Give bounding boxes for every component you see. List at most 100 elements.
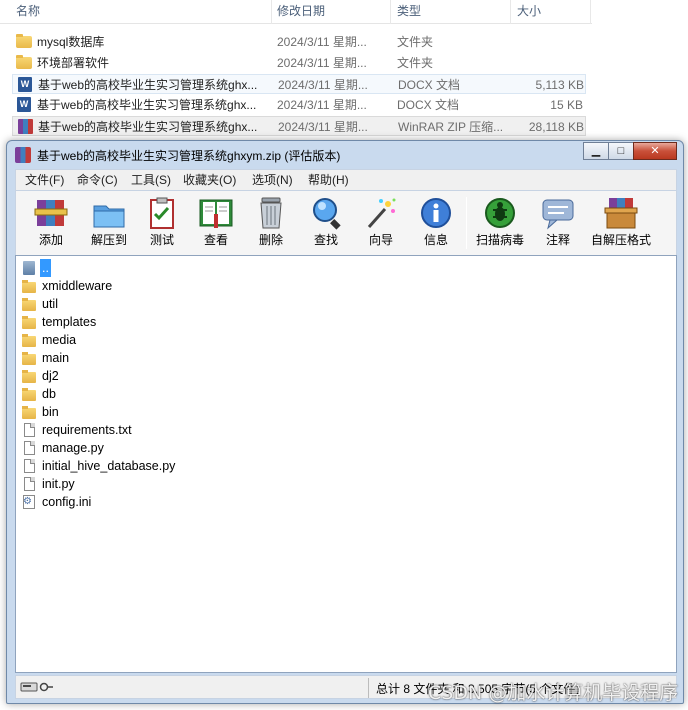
test-button[interactable]: 测试: [133, 194, 191, 252]
delete-label: 删除: [258, 233, 283, 247]
list-item[interactable]: requirements.txt: [18, 421, 658, 439]
list-item[interactable]: templates: [18, 313, 658, 331]
explorer-row[interactable]: 环境部署软件 2024/3/11 星期... 文件夹: [12, 53, 586, 73]
file-size: 15 KB: [550, 98, 583, 112]
explorer-row-selected[interactable]: 基于web的高校毕业生实习管理系统ghx... 2024/3/11 星期... …: [12, 116, 586, 136]
explorer-row[interactable]: mysql数据库 2024/3/11 星期... 文件夹: [12, 32, 586, 52]
file-size: 5,113 KB: [535, 78, 584, 92]
menu-file[interactable]: 文件(F): [20, 172, 69, 189]
wizard-wand-icon: [367, 198, 396, 228]
file-modified: 2024/3/11 星期...: [278, 78, 368, 92]
caption-buttons: ▁ □ ✕: [583, 142, 677, 160]
info-label: 信息: [423, 233, 448, 247]
list-item[interactable]: bin: [18, 403, 658, 421]
file-name: initial_hive_database.py: [42, 459, 176, 473]
file-size: [517, 53, 583, 73]
file-size: 28,118 KB: [528, 120, 584, 134]
test-label: 测试: [149, 233, 174, 247]
list-item[interactable]: db: [18, 385, 658, 403]
file-type: DOCX 文档: [398, 78, 461, 92]
file-name: mysql数据库: [37, 35, 105, 49]
explorer-row[interactable]: W 基于web的高校毕业生实习管理系统ghx... 2024/3/11 星期..…: [12, 95, 586, 115]
sfx-label: 自解压格式: [590, 233, 651, 247]
file-name: requirements.txt: [42, 423, 132, 437]
winrar-window: 基于web的高校毕业生实习管理系统ghxym.zip (评估版本) ▁ □ ✕ …: [6, 140, 684, 704]
file-name: ..: [40, 259, 51, 277]
title-bar[interactable]: 基于web的高校毕业生实习管理系统ghxym.zip (评估版本) ▁ □ ✕: [7, 141, 683, 169]
comment-button[interactable]: 注释: [529, 194, 587, 252]
view-label: 查看: [203, 233, 228, 247]
explorer-row[interactable]: W 基于web的高校毕业生实习管理系统ghx... 2024/3/11 星期..…: [12, 74, 586, 94]
list-item[interactable]: dj2: [18, 367, 658, 385]
delete-button[interactable]: 删除: [242, 194, 300, 252]
file-name: db: [42, 387, 56, 401]
menu-options[interactable]: 选项(N): [247, 172, 298, 189]
menu-help[interactable]: 帮助(H): [303, 172, 354, 189]
info-button[interactable]: 信息: [407, 194, 465, 252]
file-modified: 2024/3/11 星期...: [277, 98, 367, 112]
file-type: 文件夹: [397, 56, 434, 70]
explorer-file-list: 名称 修改日期 类型 大小 mysql数据库 2024/3/11 星期... 文…: [0, 0, 688, 140]
csdn-watermark: CSDN @加水计算机毕设程序: [428, 682, 679, 704]
find-button[interactable]: 查找: [297, 194, 355, 252]
add-button[interactable]: 添加: [22, 194, 80, 252]
file-modified: 2024/3/11 星期...: [277, 56, 367, 70]
add-label: 添加: [38, 233, 63, 247]
file-name: util: [42, 297, 58, 311]
list-item[interactable]: init.py: [18, 475, 658, 493]
list-item[interactable]: main: [18, 349, 658, 367]
trash-icon: [260, 197, 282, 229]
wizard-label: 向导: [368, 233, 393, 247]
list-item[interactable]: xmiddleware: [18, 277, 658, 295]
file-name: main: [42, 351, 70, 365]
list-item-parent[interactable]: ..: [18, 259, 658, 277]
sfx-button[interactable]: 自解压格式: [586, 194, 656, 252]
file-type: WinRAR ZIP 压缩...: [398, 120, 504, 134]
view-button[interactable]: 查看: [187, 194, 245, 252]
word-document-icon: W: [17, 97, 31, 112]
window-title: 基于web的高校毕业生实习管理系统ghxym.zip (评估版本): [37, 149, 341, 163]
list-item[interactable]: media: [18, 331, 658, 349]
list-item[interactable]: manage.py: [18, 439, 658, 457]
minimize-button[interactable]: ▁: [583, 142, 609, 160]
virus-scan-label: 扫描病毒: [475, 233, 524, 247]
column-name[interactable]: 名称: [10, 0, 272, 24]
list-item[interactable]: config.ini: [18, 493, 658, 511]
drive-key-icon[interactable]: [20, 681, 54, 693]
folder-icon: [22, 334, 36, 347]
folder-icon: [22, 298, 36, 311]
menu-tools[interactable]: 工具(S): [126, 172, 176, 189]
extract-to-button[interactable]: 解压到: [80, 194, 138, 252]
extract-to-label: 解压到: [90, 233, 127, 247]
file-type: 文件夹: [397, 35, 434, 49]
column-type[interactable]: 类型: [391, 0, 511, 24]
file-name: dj2: [42, 369, 59, 383]
folder-icon: [22, 316, 36, 329]
maximize-button[interactable]: □: [608, 142, 634, 160]
status-separator: [368, 678, 369, 698]
archive-file-list[interactable]: .. xmiddleware util templates media main…: [15, 255, 677, 673]
file-name: 基于web的高校毕业生实习管理系统ghx...: [38, 120, 258, 134]
column-size[interactable]: 大小: [511, 0, 591, 24]
text-file-icon: [24, 423, 35, 437]
menu-favorites[interactable]: 收藏夹(O): [178, 172, 241, 189]
folder-icon: [22, 406, 36, 419]
menu-commands[interactable]: 命令(C): [72, 172, 123, 189]
folder-icon: [22, 370, 36, 383]
list-item[interactable]: util: [18, 295, 658, 313]
python-file-icon: [24, 441, 35, 455]
file-modified: 2024/3/11 星期...: [277, 35, 367, 49]
word-document-icon: W: [18, 77, 32, 92]
list-item[interactable]: initial_hive_database.py: [18, 457, 658, 475]
comment-icon: [542, 199, 574, 230]
file-name: media: [42, 333, 77, 347]
close-button[interactable]: ✕: [633, 142, 677, 160]
menu-bar: 文件(F) 命令(C) 工具(S) 收藏夹(O) 选项(N) 帮助(H): [15, 169, 677, 191]
virus-scan-button[interactable]: 扫描病毒: [465, 194, 535, 252]
file-name: init.py: [42, 477, 75, 491]
config-file-icon: [23, 495, 35, 509]
wizard-button[interactable]: 向导: [352, 194, 410, 252]
file-name: bin: [42, 405, 59, 419]
toolbar: 添加 解压到 测试 查看 删除 查找 向导 信息 扫描病毒 注释 自解压格式: [15, 191, 677, 255]
column-modified[interactable]: 修改日期: [271, 0, 391, 24]
